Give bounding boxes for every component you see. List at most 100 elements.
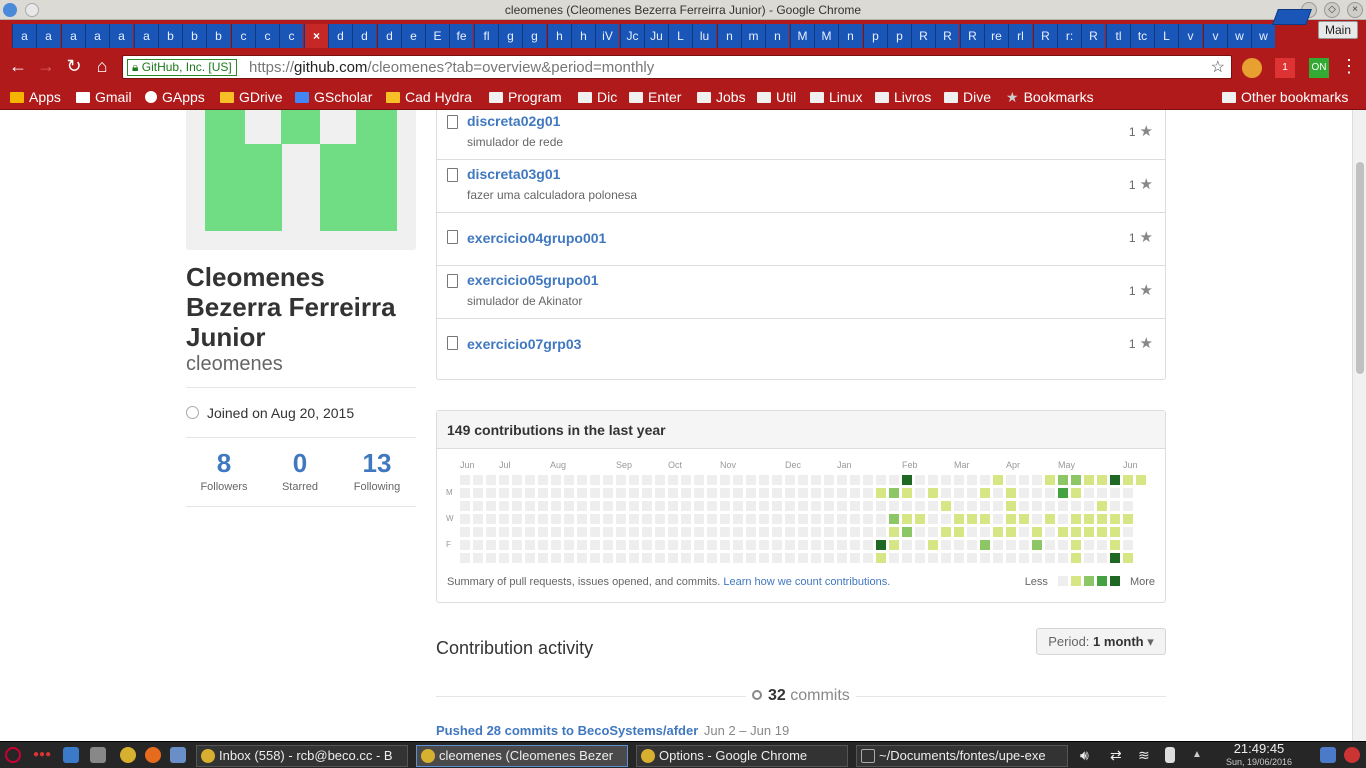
contribution-day[interactable] [811,475,821,485]
browser-tab[interactable]: R [960,24,984,48]
bookmark-gscholar[interactable]: GScholar [295,87,372,107]
contribution-day[interactable] [538,475,548,485]
contribution-day[interactable] [876,501,886,511]
show-desktop-icon[interactable] [63,747,79,763]
contribution-day[interactable] [655,553,665,563]
contribution-day[interactable] [993,553,1003,563]
contribution-day[interactable] [564,501,574,511]
contribution-day[interactable] [1071,488,1081,498]
browser-tab[interactable]: lu [692,24,716,48]
contribution-day[interactable] [811,553,821,563]
contribution-day[interactable] [798,488,808,498]
contribution-day[interactable] [1045,540,1055,550]
contribution-day[interactable] [499,514,509,524]
repo-stars[interactable]: 1 ★ [1129,228,1153,246]
contribution-day[interactable] [850,501,860,511]
contribution-day[interactable] [902,514,912,524]
contribution-day[interactable] [551,488,561,498]
contribution-day[interactable] [850,488,860,498]
contribution-day[interactable] [512,527,522,537]
contribution-day[interactable] [941,501,951,511]
bookmark-gdrive[interactable]: GDrive [220,87,283,107]
browser-tab[interactable]: n [838,24,862,48]
contribution-day[interactable] [707,475,717,485]
contribution-day[interactable] [564,527,574,537]
contribution-day[interactable] [967,475,977,485]
contribution-day[interactable] [1097,501,1107,511]
contribution-day[interactable] [564,514,574,524]
contribution-day[interactable] [837,501,847,511]
contribution-day[interactable] [603,514,613,524]
taskbar-task[interactable]: cleomenes (Cleomenes Bezer [416,745,628,767]
browser-tab[interactable]: g [522,24,546,48]
contribution-day[interactable] [889,475,899,485]
browser-tab[interactable]: b [158,24,182,48]
contribution-day[interactable] [486,514,496,524]
contribution-day[interactable] [590,540,600,550]
contribution-day[interactable] [980,475,990,485]
contribution-day[interactable] [538,527,548,537]
browser-tab[interactable]: b [182,24,206,48]
bookmark-enter[interactable]: Enter [629,87,681,107]
contribution-day[interactable] [824,553,834,563]
contribution-day[interactable] [473,553,483,563]
contribution-day[interactable] [707,501,717,511]
contribution-day[interactable] [486,501,496,511]
contribution-day[interactable] [915,488,925,498]
contribution-day[interactable] [1058,540,1068,550]
contribution-day[interactable] [915,527,925,537]
contribution-day[interactable] [590,553,600,563]
browser-tab[interactable]: w [1227,24,1251,48]
contribution-day[interactable] [707,514,717,524]
bookmark-gmail[interactable]: Gmail [76,87,132,107]
contribution-day[interactable] [967,514,977,524]
browser-tab[interactable]: M [814,24,838,48]
contribution-day[interactable] [616,501,626,511]
contribution-day[interactable] [681,527,691,537]
contribution-day[interactable] [460,488,470,498]
taskbar-task[interactable]: Options - Google Chrome [636,745,848,767]
power-icon[interactable] [1344,747,1360,763]
browser-tab[interactable]: R [1081,24,1105,48]
contribution-day[interactable] [850,540,860,550]
bookmark-cad-hydra[interactable]: Cad Hydra [386,87,472,107]
browser-tab[interactable]: R [935,24,959,48]
contribution-day[interactable] [954,501,964,511]
browser-tab[interactable]: n [765,24,789,48]
contribution-day[interactable] [616,527,626,537]
contribution-day[interactable] [993,540,1003,550]
contribution-day[interactable] [720,553,730,563]
contribution-day[interactable] [746,514,756,524]
contribution-day[interactable] [642,540,652,550]
contribution-day[interactable] [525,527,535,537]
contribution-day[interactable] [694,501,704,511]
new-tab-button[interactable] [1272,9,1312,25]
contribution-day[interactable] [798,540,808,550]
home-icon[interactable]: ⌂ [91,56,113,78]
contribution-day[interactable] [538,488,548,498]
contribution-day[interactable] [694,553,704,563]
contribution-day[interactable] [629,527,639,537]
contribution-day[interactable] [642,553,652,563]
browser-tab[interactable]: L [1154,24,1178,48]
browser-tab[interactable]: h [547,24,571,48]
user-icon[interactable] [1320,747,1336,763]
contribution-day[interactable] [538,540,548,550]
contribution-day[interactable] [603,553,613,563]
contribution-day[interactable] [1136,475,1146,485]
contribution-day[interactable] [616,553,626,563]
contribution-day[interactable] [1006,540,1016,550]
taskbar-task[interactable]: ~/Documents/fontes/upe-exe [856,745,1068,767]
contribution-day[interactable] [577,475,587,485]
contribution-day[interactable] [655,501,665,511]
chrome-menu-icon[interactable]: ⋮ [1338,56,1360,78]
contribution-day[interactable] [954,527,964,537]
contribution-day[interactable] [616,540,626,550]
contribution-day[interactable] [616,488,626,498]
contribution-day[interactable] [759,514,769,524]
contribution-day[interactable] [759,501,769,511]
contribution-day[interactable] [928,475,938,485]
contribution-day[interactable] [642,488,652,498]
bookmark-linux[interactable]: Linux [810,87,862,107]
contribution-day[interactable] [499,488,509,498]
